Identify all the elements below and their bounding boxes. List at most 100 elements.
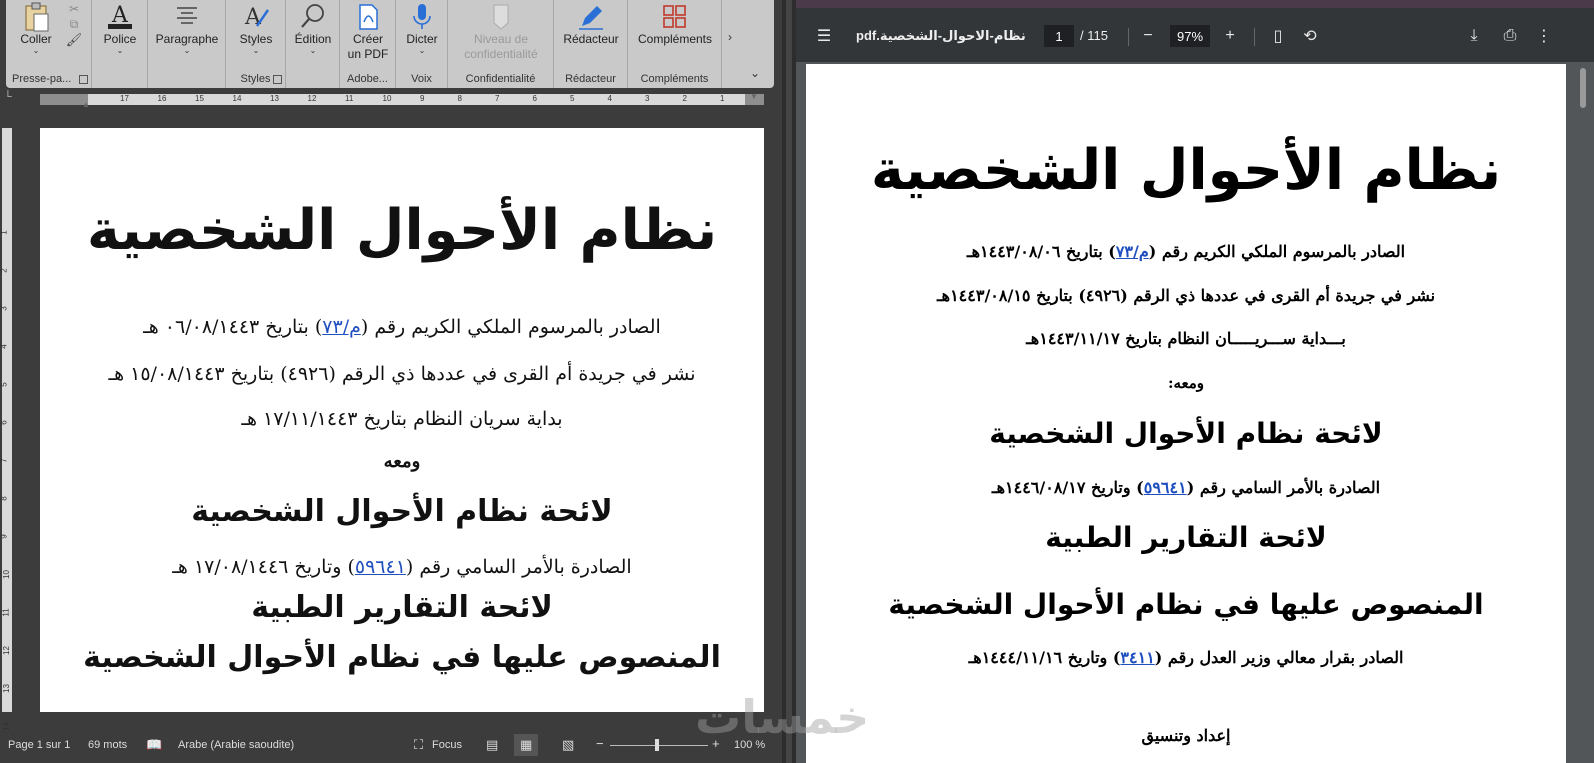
more-options-icon[interactable]: ⋮ xyxy=(1532,25,1556,47)
screen: Coller ⌄ ✂ ⧉ 🖌 Presse-pa... A Police ⌄ P… xyxy=(0,0,1594,763)
create-pdf-icon xyxy=(353,2,383,32)
print-layout-icon: ▦ xyxy=(520,737,533,752)
focus-icon[interactable]: ⛶ xyxy=(414,737,423,753)
zoom-out-icon[interactable]: − xyxy=(1136,25,1160,47)
download-icon[interactable]: ⤓ xyxy=(1462,25,1486,47)
indent-marker-icon[interactable]: ▲ xyxy=(82,100,90,109)
focus-label[interactable]: Focus xyxy=(432,739,462,751)
editor-button[interactable]: Rédacteur xyxy=(558,0,624,47)
addins-button[interactable]: Compléments xyxy=(632,0,718,47)
vruler-number: 12 xyxy=(1,646,11,655)
word-vertical-scrollbar[interactable] xyxy=(766,110,778,714)
pdf-vertical-scrollbar[interactable] xyxy=(1576,64,1590,763)
sensitivity-button[interactable]: Niveau de confidentialité xyxy=(454,0,548,62)
ruler-bar xyxy=(40,94,764,105)
dialog-launcher-icon[interactable] xyxy=(79,75,88,84)
pdf-justice-link[interactable]: ٣٤١١ xyxy=(1120,648,1154,667)
read-mode-icon[interactable]: ▤ xyxy=(486,737,498,753)
ruler-number: 15 xyxy=(195,94,204,103)
vruler-number: 8 xyxy=(0,496,9,501)
language-indicator[interactable]: Arabe (Arabie saoudite) xyxy=(178,739,294,751)
pdf-justice-text: الصادر بقرار معالي وزير العدل رقم ( xyxy=(1154,648,1404,667)
stipulated-heading: المنصوص عليها في نظام الأحوال الشخصية xyxy=(83,640,721,675)
sensitivity-label-2: confidentialité xyxy=(464,47,538,61)
page-total: / 115 xyxy=(1080,28,1108,43)
decree-text: الصادر بالمرسوم الملكي الكريم رقم ( xyxy=(360,316,661,338)
styles-label: Styles xyxy=(239,32,273,46)
zoom-slider-thumb[interactable] xyxy=(655,739,659,751)
word-count[interactable]: 69 mots xyxy=(88,739,127,751)
copy-icon[interactable]: ⧉ xyxy=(70,17,79,32)
divider-grip[interactable] xyxy=(786,0,792,763)
pdf-royal-order-link[interactable]: ٥٩٦٤١ xyxy=(1144,478,1187,497)
print-icon[interactable]: ⎙ xyxy=(1498,25,1522,47)
royal-order-link[interactable]: ٥٩٦٤١ xyxy=(355,556,406,578)
proofing-book-icon[interactable]: 📖 xyxy=(146,737,162,753)
publication-line: نشر في جريدة أم القرى في عددها ذي الرقم … xyxy=(108,363,696,385)
paragraph-label: Paragraphe xyxy=(155,32,219,46)
zoom-slider[interactable] xyxy=(610,745,708,746)
sensitivity-label-1: Niveau de xyxy=(473,32,529,46)
zoom-in-icon[interactable]: + xyxy=(1218,25,1242,47)
paragraph-button[interactable]: Paragraphe ⌄ xyxy=(152,0,222,55)
pdf-prepared-by-line: إعداد وتنسيق xyxy=(1141,726,1231,745)
chevron-down-icon: ⌄ xyxy=(309,46,317,55)
decree-line: الصادر بالمرسوم الملكي الكريم رقم (م/٧٣)… xyxy=(40,316,764,338)
addins-group-label: Compléments xyxy=(640,73,709,85)
menu-icon[interactable]: ☰ xyxy=(812,25,836,47)
search-icon xyxy=(298,2,328,32)
create-pdf-label-1: Créer xyxy=(352,32,383,46)
decree-link[interactable]: م/٧٣ xyxy=(322,316,361,338)
format-painter-icon[interactable]: 🖌 xyxy=(66,32,83,47)
voice-group: Dicter ⌄ Voix xyxy=(396,0,448,88)
styles-icon: A xyxy=(241,2,271,32)
editor-label: Rédacteur xyxy=(563,32,619,46)
tab-selector-icon[interactable]: └ xyxy=(4,91,12,103)
sensitivity-group: Niveau de confidentialité Confidentialit… xyxy=(448,0,554,88)
paragraph-group: Paragraphe ⌄ xyxy=(148,0,226,88)
dictate-button[interactable]: Dicter ⌄ xyxy=(400,0,444,55)
pdf-scroll-thumb[interactable] xyxy=(1580,68,1586,108)
ruler-number: 14 xyxy=(232,94,242,103)
pdf-medical-reports-heading: لائحة التقارير الطبية xyxy=(1045,521,1327,554)
pdf-filename: نظام-الاحوال-الشخصية.pdf xyxy=(856,28,1026,43)
adobe-group: Créer un PDF Adobe... xyxy=(340,0,396,88)
ribbon-collapse-icon[interactable]: ⌄ xyxy=(750,66,760,80)
ruler-number: 11 xyxy=(345,94,354,103)
window-divider[interactable] xyxy=(782,0,796,763)
styles-group: A Styles ⌄ Styles xyxy=(226,0,286,88)
create-pdf-button[interactable]: Créer un PDF xyxy=(344,0,392,62)
web-layout-icon[interactable]: ▧ xyxy=(562,737,574,753)
word-status-bar: Page 1 sur 1 69 mots 📖 Arabe (Arabie sao… xyxy=(0,730,782,763)
fit-page-icon[interactable]: ▯ xyxy=(1266,25,1290,47)
ruler-number: 16 xyxy=(157,94,167,103)
zoom-input[interactable]: 97% xyxy=(1170,25,1210,47)
editing-button[interactable]: Édition ⌄ xyxy=(290,0,336,55)
word-document-page[interactable]: نظام الأحوال الشخصية الصادر بالمرسوم الم… xyxy=(40,128,764,712)
decree-date: ) بتاريخ ٠٦/٠٨/١٤٤٣ هـ xyxy=(143,316,323,338)
ribbon: Coller ⌄ ✂ ⧉ 🖌 Presse-pa... A Police ⌄ P… xyxy=(6,0,774,88)
page-count[interactable]: Page 1 sur 1 xyxy=(8,739,70,751)
vruler-number: 7 xyxy=(0,458,9,463)
rotate-icon[interactable]: ⟲ xyxy=(1298,25,1322,47)
dialog-launcher-icon[interactable] xyxy=(273,75,282,84)
font-button[interactable]: A Police ⌄ xyxy=(98,0,142,55)
zoom-out-icon[interactable]: − xyxy=(596,736,604,751)
addins-group: Compléments Compléments xyxy=(628,0,722,88)
pdf-page[interactable]: نظام الأحوال الشخصية الصادر بالمرسوم الم… xyxy=(806,64,1566,763)
ribbon-scroll-right-icon[interactable]: › xyxy=(728,30,732,44)
effective-date-line: بداية سريان النظام بتاريخ ١٧/١١/١٤٤٣ هـ xyxy=(241,408,563,430)
editing-label: Édition xyxy=(294,32,332,46)
pdf-decree-link[interactable]: م/٧٣ xyxy=(1116,242,1149,261)
indent-marker-icon[interactable]: ▼ xyxy=(750,92,758,101)
royal-order-date: ) وتاريخ ١٧/٠٨/١٤٤٦ هـ xyxy=(172,556,355,578)
medical-reports-heading: لائحة التقارير الطبية xyxy=(251,590,553,625)
clipboard-small-buttons: ✂ ⧉ 🖌 xyxy=(62,0,86,47)
royal-order-text: الصادرة بالأمر السامي رقم ( xyxy=(405,556,632,578)
styles-button[interactable]: A Styles ⌄ xyxy=(234,0,278,55)
ruler-number: 4 xyxy=(607,94,612,103)
paste-button[interactable]: Coller ⌄ xyxy=(14,0,58,55)
ruler-number: 9 xyxy=(420,94,425,103)
page-number-input[interactable]: 1 xyxy=(1044,25,1074,47)
cut-icon[interactable]: ✂ xyxy=(69,2,79,17)
